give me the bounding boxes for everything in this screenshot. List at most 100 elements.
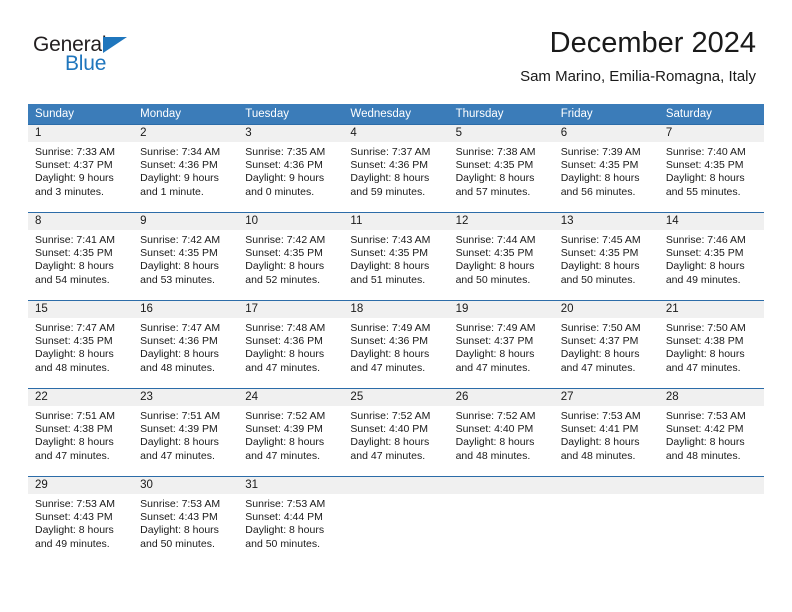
sunrise-text: Sunrise: 7:51 AM (140, 410, 221, 422)
day-details: Sunrise: 7:50 AM Sunset: 4:38 PM Dayligh… (659, 318, 764, 375)
day-cell[interactable]: 4 Sunrise: 7:37 AM Sunset: 4:36 PM Dayli… (343, 125, 449, 212)
day-cell[interactable]: 7 Sunrise: 7:40 AM Sunset: 4:35 PM Dayli… (658, 125, 764, 212)
sunrise-text: Sunrise: 7:35 AM (245, 146, 326, 158)
day-cell[interactable]: 6 Sunrise: 7:39 AM Sunset: 4:35 PM Dayli… (553, 125, 659, 212)
day-cell[interactable]: 14 Sunrise: 7:46 AM Sunset: 4:35 PM Dayl… (658, 213, 764, 300)
day-cell[interactable]: 11 Sunrise: 7:43 AM Sunset: 4:35 PM Dayl… (343, 213, 449, 300)
daylight-text-2: and 50 minutes. (140, 537, 215, 550)
day-cell[interactable]: 15 Sunrise: 7:47 AM Sunset: 4:35 PM Dayl… (28, 301, 134, 388)
day-cell[interactable]: 18 Sunrise: 7:49 AM Sunset: 4:36 PM Dayl… (343, 301, 449, 388)
day-cell[interactable]: 23 Sunrise: 7:51 AM Sunset: 4:39 PM Dayl… (133, 389, 239, 476)
day-details: Sunrise: 7:38 AM Sunset: 4:35 PM Dayligh… (449, 142, 554, 199)
day-details: Sunrise: 7:42 AM Sunset: 4:35 PM Dayligh… (238, 230, 343, 287)
sunrise-text: Sunrise: 7:45 AM (560, 234, 641, 246)
day-cell[interactable]: 29 Sunrise: 7:53 AM Sunset: 4:43 PM Dayl… (28, 477, 134, 564)
day-cell[interactable]: 28 Sunrise: 7:53 AM Sunset: 4:42 PM Dayl… (658, 389, 764, 476)
daylight-text-1: Daylight: 8 hours (455, 260, 535, 273)
day-cell[interactable]: 26 Sunrise: 7:52 AM Sunset: 4:40 PM Dayl… (448, 389, 554, 476)
day-number (448, 477, 554, 494)
day-cell[interactable]: 31 Sunrise: 7:53 AM Sunset: 4:44 PM Dayl… (238, 477, 344, 564)
day-number: 11 (343, 213, 449, 230)
day-details: Sunrise: 7:40 AM Sunset: 4:35 PM Dayligh… (659, 142, 764, 199)
day-cell[interactable]: 22 Sunrise: 7:51 AM Sunset: 4:38 PM Dayl… (28, 389, 134, 476)
sunset-text: Sunset: 4:35 PM (665, 159, 744, 172)
sunrise-text: Sunrise: 7:42 AM (245, 234, 326, 246)
sunset-text: Sunset: 4:35 PM (455, 159, 534, 172)
day-cell[interactable]: 9 Sunrise: 7:42 AM Sunset: 4:35 PM Dayli… (133, 213, 239, 300)
day-details: Sunrise: 7:39 AM Sunset: 4:35 PM Dayligh… (554, 142, 659, 199)
sunset-text: Sunset: 4:36 PM (140, 335, 218, 348)
sunrise-text: Sunrise: 7:48 AM (245, 322, 326, 334)
day-cell[interactable]: 8 Sunrise: 7:41 AM Sunset: 4:35 PM Dayli… (28, 213, 134, 300)
day-details: Sunrise: 7:53 AM Sunset: 4:41 PM Dayligh… (554, 406, 659, 463)
day-number: 17 (238, 301, 344, 318)
day-cell[interactable]: 27 Sunrise: 7:53 AM Sunset: 4:41 PM Dayl… (553, 389, 659, 476)
day-cell[interactable]: 21 Sunrise: 7:50 AM Sunset: 4:38 PM Dayl… (658, 301, 764, 388)
sunrise-text: Sunrise: 7:53 AM (140, 498, 221, 510)
day-cell[interactable]: 3 Sunrise: 7:35 AM Sunset: 4:36 PM Dayli… (238, 125, 344, 212)
day-number (658, 477, 764, 494)
day-cell[interactable]: 2 Sunrise: 7:34 AM Sunset: 4:36 PM Dayli… (133, 125, 239, 212)
daylight-text-2: and 57 minutes. (455, 185, 531, 198)
day-cell[interactable]: 24 Sunrise: 7:52 AM Sunset: 4:39 PM Dayl… (238, 389, 344, 476)
day-number: 2 (133, 125, 239, 142)
sunset-text: Sunset: 4:39 PM (140, 423, 218, 436)
sunset-text: Sunset: 4:35 PM (35, 247, 113, 260)
day-cell[interactable]: 16 Sunrise: 7:47 AM Sunset: 4:36 PM Dayl… (133, 301, 239, 388)
daylight-text-2: and 0 minutes. (245, 185, 315, 198)
day-details: Sunrise: 7:34 AM Sunset: 4:36 PM Dayligh… (133, 142, 238, 199)
day-cell[interactable]: 17 Sunrise: 7:48 AM Sunset: 4:36 PM Dayl… (238, 301, 344, 388)
sunrise-text: Sunrise: 7:40 AM (665, 146, 746, 158)
day-number: 9 (133, 213, 239, 230)
day-cell[interactable]: 25 Sunrise: 7:52 AM Sunset: 4:40 PM Dayl… (343, 389, 449, 476)
day-cell[interactable]: 19 Sunrise: 7:49 AM Sunset: 4:37 PM Dayl… (448, 301, 554, 388)
day-cell[interactable]: 1 Sunrise: 7:33 AM Sunset: 4:37 PM Dayli… (28, 125, 134, 212)
day-details: Sunrise: 7:47 AM Sunset: 4:36 PM Dayligh… (133, 318, 238, 375)
sunrise-text: Sunrise: 7:53 AM (560, 410, 641, 422)
sunset-text: Sunset: 4:35 PM (140, 247, 218, 260)
daylight-text-2: and 47 minutes. (350, 361, 426, 374)
daylight-text-2: and 47 minutes. (665, 361, 741, 374)
day-details: Sunrise: 7:51 AM Sunset: 4:39 PM Dayligh… (133, 406, 238, 463)
daylight-text-2: and 56 minutes. (560, 185, 636, 198)
daylight-text-1: Daylight: 8 hours (35, 348, 114, 361)
daylight-text-2: and 1 minute. (140, 185, 204, 198)
day-cell[interactable]: 20 Sunrise: 7:50 AM Sunset: 4:37 PM Dayl… (553, 301, 659, 388)
sunrise-text: Sunrise: 7:52 AM (455, 410, 536, 422)
daylight-text-1: Daylight: 8 hours (455, 436, 535, 449)
weekday-header-tuesday: Tuesday (245, 108, 289, 120)
calendar-grid: Sunday Monday Tuesday Wednesday Thursday… (28, 104, 764, 564)
weekday-header-sunday: Sunday (35, 108, 75, 120)
day-cell[interactable]: 30 Sunrise: 7:53 AM Sunset: 4:43 PM Dayl… (133, 477, 239, 564)
sunset-text: Sunset: 4:38 PM (665, 335, 744, 348)
daylight-text-1: Daylight: 8 hours (35, 260, 114, 273)
week-row: 29 Sunrise: 7:53 AM Sunset: 4:43 PM Dayl… (28, 476, 764, 564)
day-cell[interactable]: 5 Sunrise: 7:38 AM Sunset: 4:35 PM Dayli… (448, 125, 554, 212)
day-details: Sunrise: 7:52 AM Sunset: 4:39 PM Dayligh… (238, 406, 343, 463)
week-row: 22 Sunrise: 7:51 AM Sunset: 4:38 PM Dayl… (28, 388, 764, 476)
daylight-text-2: and 48 minutes. (665, 449, 741, 462)
day-details: Sunrise: 7:42 AM Sunset: 4:35 PM Dayligh… (133, 230, 238, 287)
day-cell[interactable]: 10 Sunrise: 7:42 AM Sunset: 4:35 PM Dayl… (238, 213, 344, 300)
general-blue-logo[interactable]: General Blue (33, 33, 183, 81)
day-number: 21 (658, 301, 764, 318)
sunrise-text: Sunrise: 7:52 AM (350, 410, 431, 422)
day-cell[interactable]: 12 Sunrise: 7:44 AM Sunset: 4:35 PM Dayl… (448, 213, 554, 300)
day-details: Sunrise: 7:53 AM Sunset: 4:43 PM Dayligh… (133, 494, 238, 551)
sunrise-text: Sunrise: 7:49 AM (350, 322, 431, 334)
daylight-text-2: and 47 minutes. (140, 449, 215, 462)
daylight-text-2: and 47 minutes. (455, 361, 531, 374)
daylight-text-1: Daylight: 8 hours (665, 260, 745, 273)
day-number: 24 (238, 389, 344, 406)
daylight-text-2: and 53 minutes. (140, 273, 215, 286)
day-number: 16 (133, 301, 239, 318)
daylight-text-2: and 50 minutes. (455, 273, 531, 286)
daylight-text-2: and 48 minutes. (455, 449, 531, 462)
sunrise-text: Sunrise: 7:39 AM (560, 146, 641, 158)
daylight-text-2: and 47 minutes. (560, 361, 636, 374)
day-cell[interactable]: 13 Sunrise: 7:45 AM Sunset: 4:35 PM Dayl… (553, 213, 659, 300)
sunrise-text: Sunrise: 7:37 AM (350, 146, 431, 158)
title-block: December 2024 Sam Marino, Emilia-Romagna… (520, 26, 756, 86)
day-number: 20 (553, 301, 659, 318)
daylight-text-1: Daylight: 8 hours (35, 524, 114, 537)
